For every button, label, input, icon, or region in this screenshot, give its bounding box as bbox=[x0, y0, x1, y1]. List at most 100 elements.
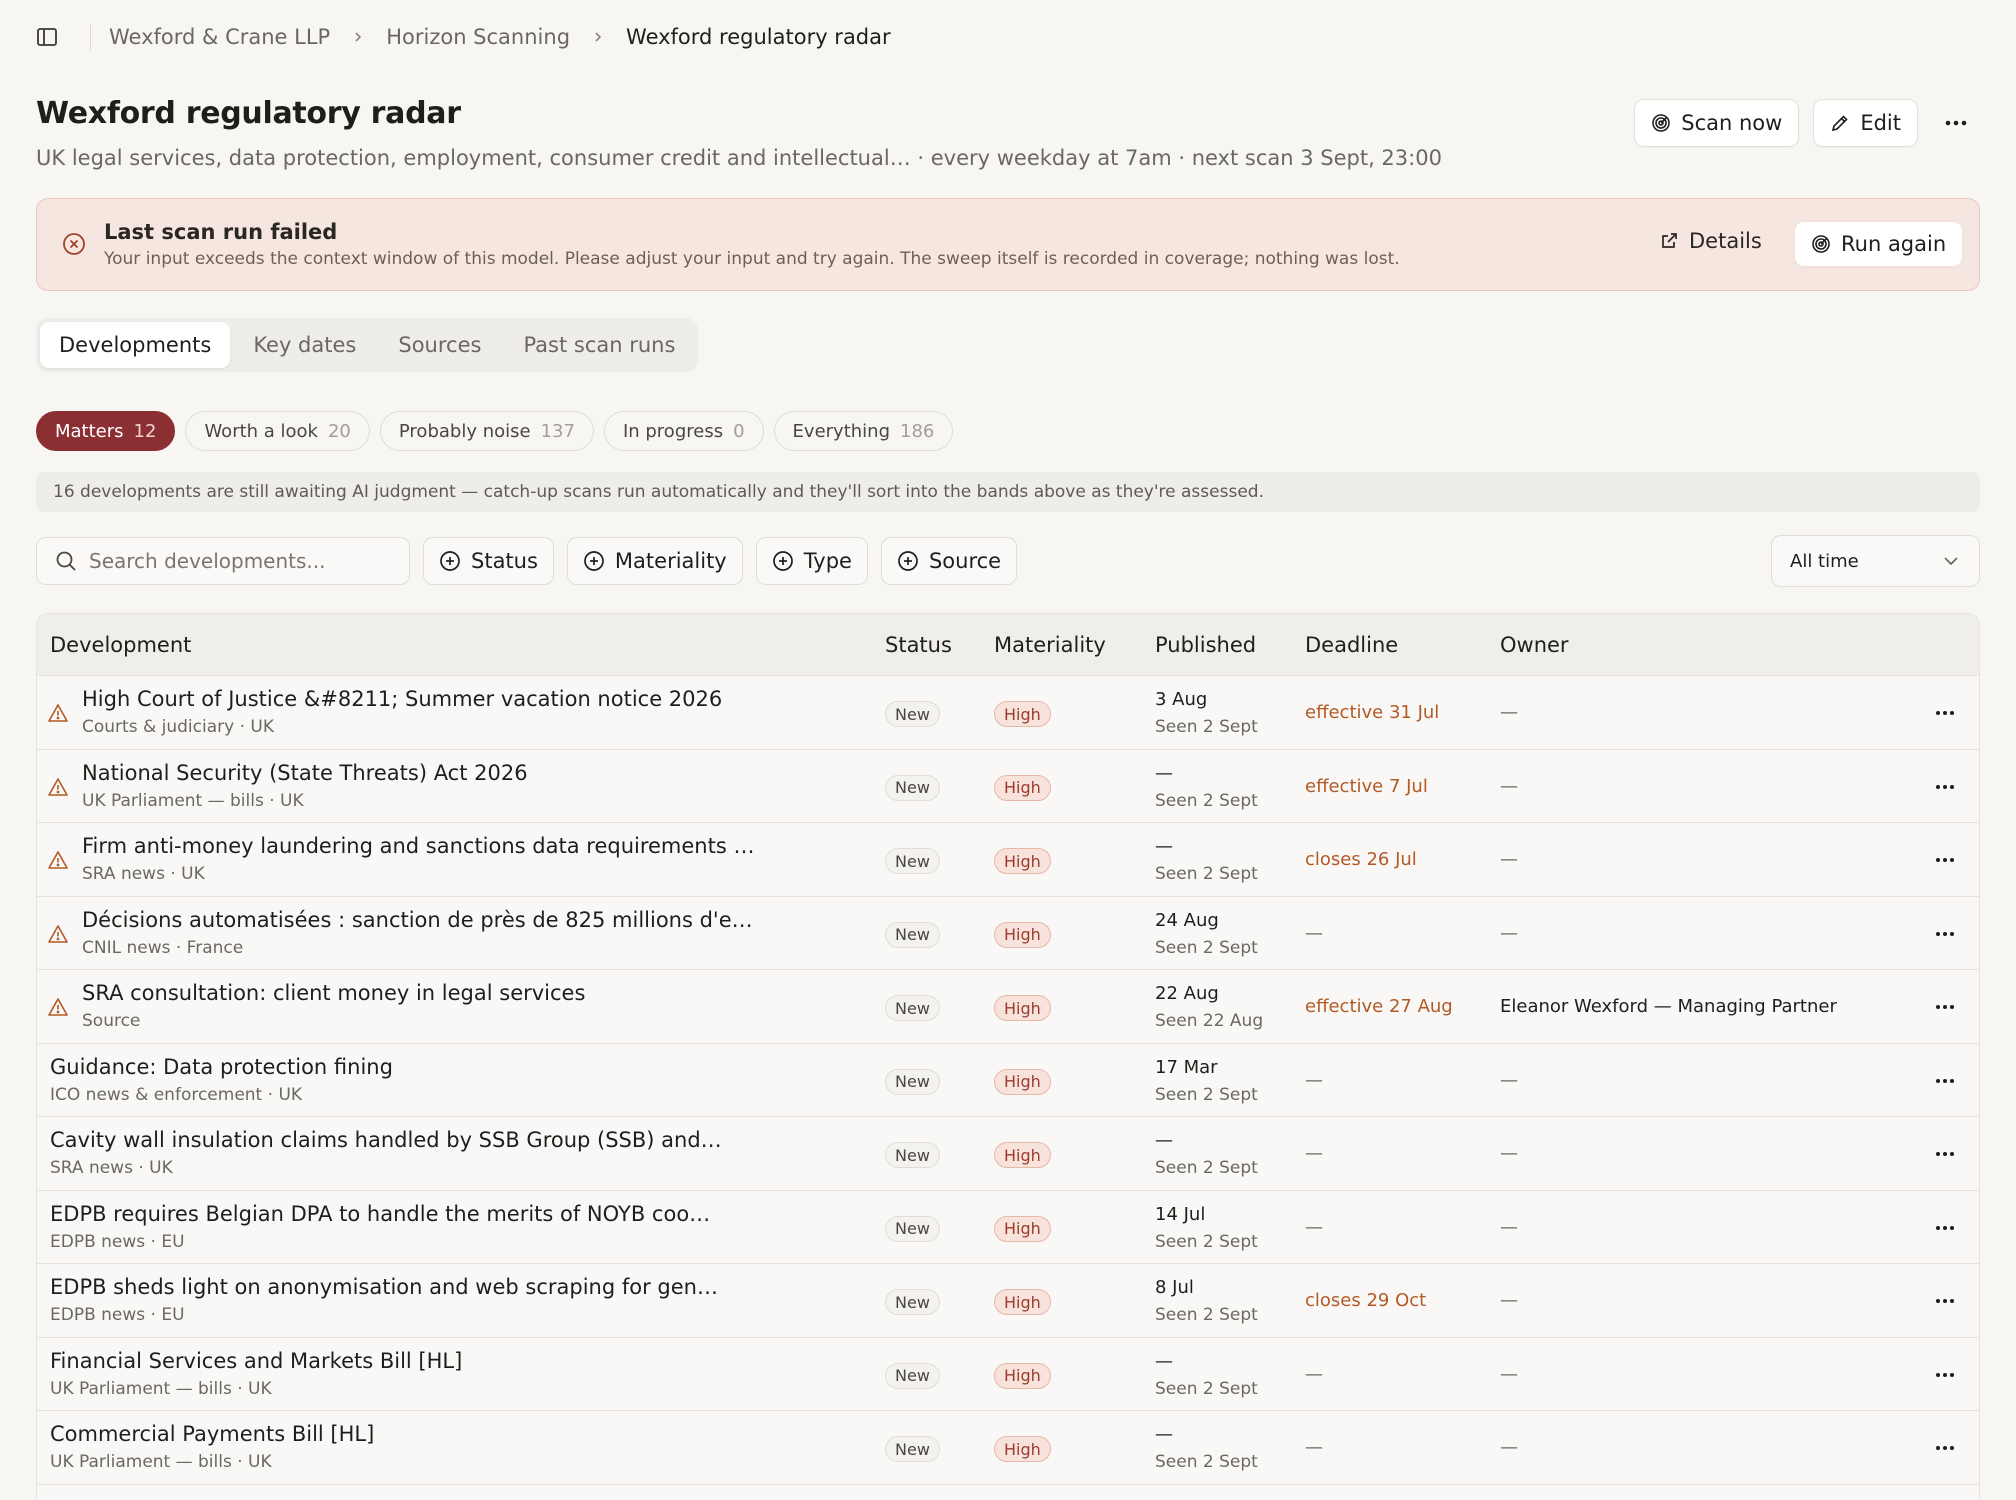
development-title[interactable]: Décisions automatisées : sanction de prè… bbox=[82, 908, 753, 932]
table-row[interactable]: Guidance: Data protection fining ICO news… bbox=[37, 1044, 1979, 1117]
tab-past-scan-runs[interactable]: Past scan runs bbox=[504, 322, 694, 368]
scan-now-label: Scan now bbox=[1681, 111, 1783, 135]
pill-label: Probably noise bbox=[398, 420, 531, 442]
status-badge: New bbox=[885, 1142, 940, 1168]
deadline: — bbox=[1305, 1069, 1323, 1091]
development-source: ICO news & enforcement · UK bbox=[50, 1084, 303, 1105]
warning-icon bbox=[48, 851, 68, 869]
table-row[interactable]: Décisions automatisées : sanction de prè… bbox=[37, 897, 1979, 970]
owner: Eleanor Wexford — Managing Partner bbox=[1500, 996, 1837, 1017]
chevron-right-icon bbox=[595, 32, 602, 42]
pill-matters[interactable]: Matters 12 bbox=[36, 411, 176, 451]
column-development[interactable]: Development bbox=[50, 633, 191, 657]
more-options-button[interactable] bbox=[1932, 99, 1980, 147]
row-more-icon[interactable] bbox=[1935, 931, 1955, 937]
development-title[interactable]: National Security (State Threats) Act 20… bbox=[82, 761, 528, 785]
seen-date: Seen 2 Sept bbox=[1155, 1452, 1258, 1472]
development-title[interactable]: EDPB requires Belgian DPA to handle the … bbox=[50, 1202, 710, 1226]
seen-date: Seen 2 Sept bbox=[1155, 790, 1258, 811]
column-status[interactable]: Status bbox=[885, 633, 952, 657]
filter-materiality-button[interactable]: Materiality bbox=[566, 537, 743, 585]
table-row[interactable]: Firm anti-money laundering and sanctions… bbox=[37, 823, 1979, 897]
status-badge: New bbox=[885, 1362, 940, 1389]
pill-in-progress[interactable]: In progress 0 bbox=[603, 411, 764, 451]
tab-developments[interactable]: Developments bbox=[40, 322, 231, 368]
breadcrumb-item-horizon[interactable]: Horizon Scanning bbox=[386, 25, 570, 49]
materiality-badge: High bbox=[994, 995, 1051, 1021]
filter-type-button[interactable]: Type bbox=[755, 537, 868, 585]
alert-message: Your input exceeds the context window of… bbox=[104, 249, 1400, 269]
row-more-icon[interactable] bbox=[1935, 857, 1955, 863]
published-date: 24 Aug bbox=[1155, 909, 1219, 931]
development-title[interactable]: Firm anti-money laundering and sanctions… bbox=[82, 834, 754, 858]
development-title[interactable]: Guidance: Data protection fining bbox=[50, 1055, 393, 1079]
development-title[interactable]: High Court of Justice &#8211; Summer vac… bbox=[82, 687, 722, 711]
development-title[interactable]: Commercial Payments Bill [HL] bbox=[50, 1422, 374, 1446]
pill-label: Matters bbox=[55, 420, 124, 442]
row-more-icon[interactable] bbox=[1935, 1078, 1955, 1084]
row-more-icon[interactable] bbox=[1935, 1298, 1955, 1304]
warning-icon bbox=[48, 924, 68, 943]
filter-source-button[interactable]: Source bbox=[880, 537, 1018, 585]
pill-worth-a-look[interactable]: Worth a look 20 bbox=[185, 411, 370, 451]
row-more-icon[interactable] bbox=[1935, 710, 1955, 716]
published-date: — bbox=[1155, 836, 1173, 857]
development-source: EDPB news · EU bbox=[50, 1305, 185, 1325]
row-more-icon[interactable] bbox=[1935, 784, 1955, 790]
pill-label: Worth a look bbox=[204, 420, 318, 442]
column-owner[interactable]: Owner bbox=[1500, 633, 1569, 657]
chevron-down-icon bbox=[1944, 557, 1958, 566]
development-source: CNIL news · France bbox=[82, 937, 244, 958]
developments-table: Development Status Materiality Published… bbox=[36, 613, 1980, 1500]
view-tabs: Developments Key dates Sources Past scan… bbox=[36, 318, 699, 372]
pill-probably-noise[interactable]: Probably noise 137 bbox=[379, 411, 594, 451]
development-title[interactable]: Financial Services and Markets Bill [HL] bbox=[50, 1349, 462, 1373]
edit-button[interactable]: Edit bbox=[1813, 99, 1918, 147]
column-deadline[interactable]: Deadline bbox=[1305, 633, 1398, 657]
table-row[interactable]: Cavity wall insulation claims handled by… bbox=[37, 1117, 1979, 1191]
column-published[interactable]: Published bbox=[1155, 633, 1256, 657]
seen-date: Seen 2 Sept bbox=[1155, 864, 1258, 884]
table-row[interactable]: Financial Services and Markets Bill [HL]… bbox=[37, 1338, 1979, 1411]
breadcrumb-item-firm[interactable]: Wexford & Crane LLP bbox=[109, 25, 330, 49]
table-row[interactable]: EDPB requires Belgian DPA to handle the … bbox=[37, 1191, 1979, 1264]
row-more-icon[interactable] bbox=[1935, 1004, 1955, 1010]
materiality-badge: High bbox=[994, 1068, 1051, 1095]
tab-key-dates[interactable]: Key dates bbox=[234, 322, 375, 368]
owner: — bbox=[1500, 1069, 1518, 1091]
development-title[interactable]: Cavity wall insulation claims handled by… bbox=[50, 1128, 722, 1152]
column-materiality[interactable]: Materiality bbox=[994, 633, 1106, 657]
development-title[interactable]: SRA consultation: client money in legal … bbox=[82, 981, 585, 1005]
alert-details-link[interactable]: Details bbox=[1659, 229, 1762, 253]
breadcrumb-current: Wexford regulatory radar bbox=[626, 25, 891, 49]
sidebar-toggle-icon[interactable] bbox=[36, 26, 58, 48]
table-row[interactable]: National Security (State Threats) Act 20… bbox=[37, 750, 1979, 823]
status-badge: New bbox=[885, 1215, 940, 1242]
development-source: Source bbox=[82, 1011, 141, 1031]
deadline: — bbox=[1305, 1143, 1323, 1164]
seen-date: Seen 2 Sept bbox=[1155, 1231, 1258, 1252]
table-row[interactable]: SRA consultation: client money in legal … bbox=[37, 970, 1979, 1044]
table-row[interactable]: High Court of Justice &#8211; Summer vac… bbox=[37, 676, 1979, 750]
page-title: Wexford regulatory radar bbox=[36, 96, 461, 131]
run-again-button[interactable]: Run again bbox=[1794, 221, 1964, 267]
row-more-icon[interactable] bbox=[1935, 1225, 1955, 1231]
search-input[interactable]: Search developments... bbox=[36, 537, 410, 585]
plus-circle-icon bbox=[898, 551, 918, 571]
time-range-select[interactable]: All time bbox=[1771, 535, 1980, 587]
pill-everything[interactable]: Everything 186 bbox=[773, 411, 954, 451]
table-row[interactable]: EDPB sheds light on anonymisation and we… bbox=[37, 1264, 1979, 1338]
row-more-icon[interactable] bbox=[1935, 1151, 1955, 1157]
pill-count: 186 bbox=[900, 420, 935, 442]
filter-status-button[interactable]: Status bbox=[423, 537, 554, 585]
scan-now-button[interactable]: Scan now bbox=[1634, 99, 1800, 147]
status-badge: New bbox=[885, 995, 940, 1021]
tab-sources[interactable]: Sources bbox=[379, 322, 500, 368]
row-more-icon[interactable] bbox=[1935, 1445, 1955, 1451]
published-date: — bbox=[1155, 1350, 1173, 1372]
owner: — bbox=[1500, 1290, 1518, 1311]
table-row[interactable]: Commercial Payments Bill [HL] UK Parliame… bbox=[37, 1411, 1979, 1485]
development-title[interactable]: EDPB sheds light on anonymisation and we… bbox=[50, 1275, 718, 1299]
row-more-icon[interactable] bbox=[1935, 1372, 1955, 1378]
warning-icon bbox=[48, 998, 68, 1016]
